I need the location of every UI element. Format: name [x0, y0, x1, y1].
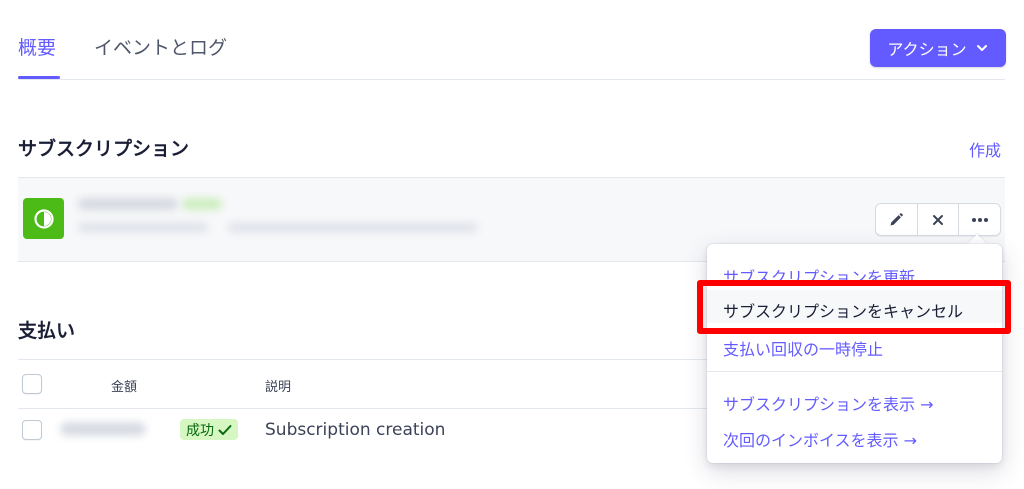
- redacted-plan-details: [78, 222, 208, 233]
- menu-item-pause-collection[interactable]: 支払い回収の一時停止: [723, 336, 883, 360]
- subscription-actions-menu: サブスクリプションを更新 サブスクリプションをキャンセル 支払い回収の一時停止 …: [707, 244, 1002, 463]
- menu-item-cancel-subscription[interactable]: サブスクリプションをキャンセル: [707, 290, 1002, 323]
- redacted-billing-info: [228, 222, 478, 233]
- select-all-checkbox[interactable]: [22, 374, 42, 394]
- checkmark-icon: [218, 424, 232, 435]
- plan-icon: [23, 198, 64, 239]
- actions-button[interactable]: アクション: [870, 29, 1006, 67]
- payments-header-divider: [18, 359, 708, 360]
- status-badge-label: 成功: [186, 422, 214, 439]
- chevron-down-icon: [976, 45, 987, 51]
- payment-description[interactable]: Subscription creation: [265, 420, 445, 440]
- half-circle-icon: [33, 208, 54, 229]
- redacted-amount: [60, 422, 146, 436]
- redacted-status-badge: [182, 198, 222, 210]
- edit-button[interactable]: [876, 204, 917, 235]
- customer-detail-page: 概要 イベントとログ アクション サブスクリプション 作成 支払い 金額 説明 …: [0, 0, 1024, 489]
- status-badge: 成功: [180, 419, 238, 440]
- menu-divider: [707, 371, 1002, 372]
- tab-events-logs[interactable]: イベントとログ: [94, 36, 227, 60]
- actions-button-label: アクション: [887, 40, 967, 59]
- payments-section-title: 支払い: [18, 320, 76, 342]
- menu-item-view-subscription[interactable]: サブスクリプションを表示 →: [723, 391, 934, 415]
- subscription-section-title: サブスクリプション: [18, 138, 190, 160]
- menu-item-update-subscription[interactable]: サブスクリプションを更新: [723, 264, 915, 288]
- more-horizontal-icon: [971, 217, 988, 222]
- subscription-row-actions: [875, 203, 1001, 236]
- menu-item-view-upcoming-invoice[interactable]: 次回のインボイスを表示 →: [723, 427, 917, 451]
- redacted-plan-name: [78, 198, 178, 210]
- menu-item-cancel-label: サブスクリプションをキャンセル: [723, 302, 964, 321]
- close-icon: [933, 214, 943, 225]
- tab-overview[interactable]: 概要: [18, 36, 56, 60]
- cancel-subscription-button[interactable]: [916, 204, 959, 235]
- more-options-button[interactable]: [958, 204, 1000, 235]
- row-checkbox[interactable]: [22, 420, 42, 440]
- create-subscription-link[interactable]: 作成: [969, 137, 1001, 161]
- tabs-divider: [18, 79, 1005, 80]
- payments-row-divider: [18, 408, 708, 409]
- column-header-amount[interactable]: 金額: [111, 376, 137, 395]
- pencil-icon: [890, 212, 904, 225]
- column-header-description[interactable]: 説明: [265, 376, 291, 395]
